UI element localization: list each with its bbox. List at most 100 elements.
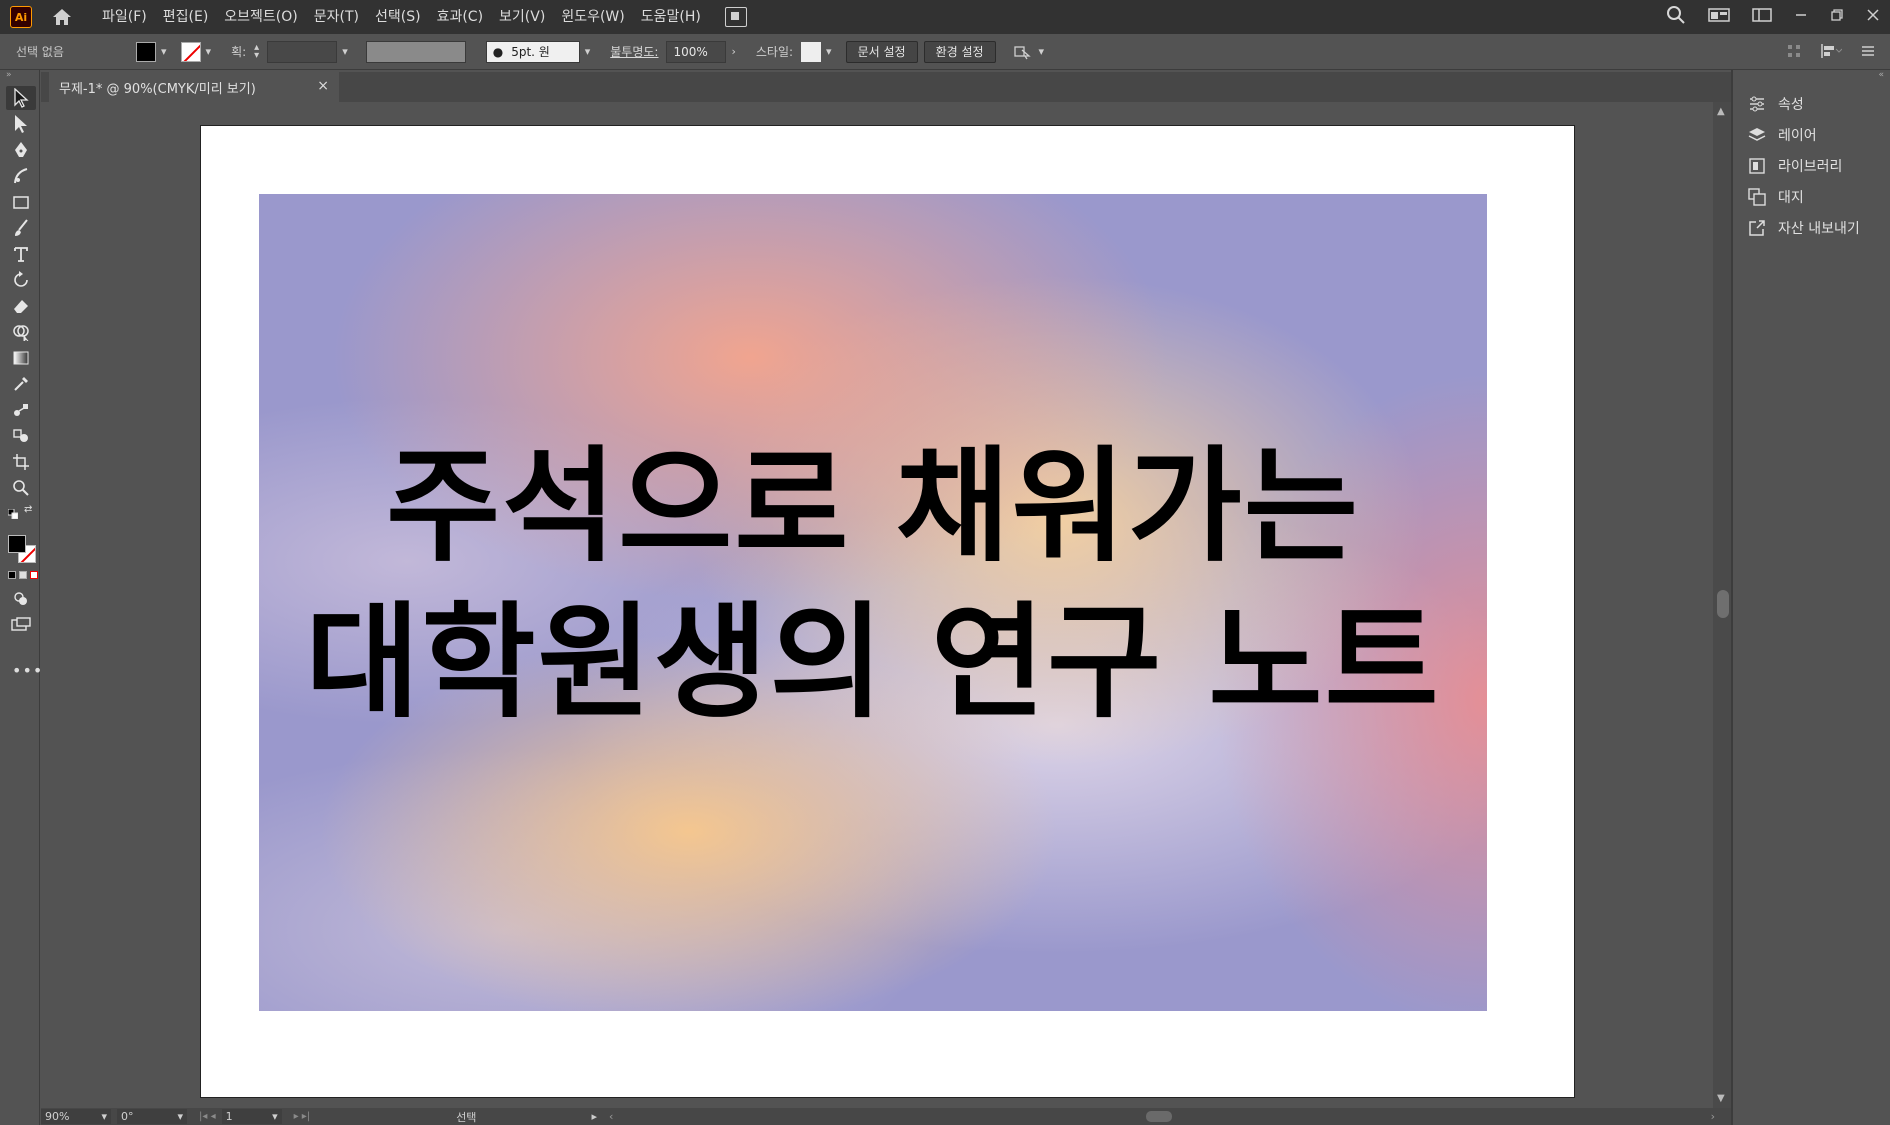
document-setup-button[interactable]: 문서 설정	[845, 40, 918, 63]
close-icon[interactable]	[1866, 8, 1880, 26]
chevron-down-icon[interactable]: ▾	[101, 1110, 107, 1123]
minimize-icon[interactable]	[1794, 8, 1808, 26]
home-icon[interactable]	[50, 6, 74, 28]
none-mode-icon[interactable]	[30, 571, 38, 579]
menu-bar: Ai 파일(F) 편집(E) 오브젝트(O) 문자(T) 선택(S) 효과(C)…	[0, 0, 1890, 34]
artboards-icon	[1748, 187, 1766, 206]
panel-asset-export[interactable]: 자산 내보내기	[1733, 212, 1890, 243]
tools-panel: » ⇄ •••	[0, 70, 42, 1125]
paintbrush-tool-icon[interactable]	[6, 216, 36, 240]
panel-layers[interactable]: 레이어	[1733, 119, 1890, 150]
artboard-nav-prev-icon[interactable]: |◂ ◂	[199, 1111, 216, 1122]
variable-width-profile[interactable]	[365, 40, 466, 63]
menu-type[interactable]: 문자(T)	[306, 0, 367, 34]
scroll-left-icon[interactable]: ‹	[609, 1110, 613, 1123]
artboard[interactable]: 주석으로 채워가는 대학원생의 연구 노트	[200, 125, 1575, 1098]
scroll-down-icon[interactable]: ▼	[1717, 1093, 1725, 1104]
workspace-icon[interactable]	[1708, 7, 1730, 27]
gradient-tool-icon[interactable]	[6, 346, 36, 370]
artboard-nav-next-icon[interactable]: ▸ ▸|	[294, 1111, 311, 1122]
status-menu-icon[interactable]: ▸	[591, 1110, 597, 1123]
chevron-down-icon[interactable]: ▾	[342, 45, 348, 58]
draw-mode-icon[interactable]	[6, 587, 36, 611]
chevron-down-icon[interactable]: ▾	[1039, 45, 1045, 58]
color-mode-icon[interactable]	[8, 571, 16, 579]
menu-list-icon[interactable]	[1860, 44, 1876, 61]
blend-tool-icon[interactable]	[6, 398, 36, 422]
eraser-tool-icon[interactable]	[6, 294, 36, 318]
gradient-artwork[interactable]: 주석으로 채워가는 대학원생의 연구 노트	[259, 194, 1487, 1011]
chevron-down-icon[interactable]: ▾	[585, 45, 591, 58]
menu-select[interactable]: 선택(S)	[367, 0, 429, 34]
fill-swatch[interactable]	[8, 535, 26, 553]
chevron-right-icon[interactable]: ›	[731, 45, 735, 58]
select-similar-icon[interactable]	[1013, 43, 1034, 61]
direct-selection-tool-icon[interactable]	[6, 112, 36, 136]
menu-effect[interactable]: 효과(C)	[429, 0, 491, 34]
scroll-up-icon[interactable]: ▲	[1717, 106, 1725, 117]
rotation-field[interactable]: 0° ▾	[117, 1109, 187, 1124]
brush-definition-dropdown[interactable]: ● 5pt. 원	[485, 40, 580, 63]
properties-icon	[1750, 96, 1764, 111]
rotate-tool-icon[interactable]	[6, 268, 36, 292]
pen-tool-icon[interactable]	[6, 138, 36, 162]
menu-edit[interactable]: 편집(E)	[155, 0, 217, 34]
document-tab[interactable]: 무제-1* @ 90%(CMYK/미리 보기) ×	[49, 72, 339, 102]
canvas-area[interactable]: 주석으로 채워가는 대학원생의 연구 노트 ▲ ▼	[41, 102, 1731, 1108]
type-tool-icon[interactable]	[6, 242, 36, 266]
align-icon[interactable]	[1820, 43, 1843, 62]
curvature-tool-icon[interactable]	[6, 164, 36, 188]
fill-stroke-control[interactable]	[6, 533, 36, 567]
more-tools-icon[interactable]: •••	[12, 661, 42, 680]
menu-file[interactable]: 파일(F)	[94, 0, 155, 34]
eyedropper-tool-icon[interactable]	[6, 372, 36, 396]
vertical-scrollbar[interactable]: ▲ ▼	[1713, 102, 1731, 1108]
stroke-weight-input[interactable]	[267, 40, 338, 63]
default-colors-icon[interactable]	[7, 504, 19, 523]
panel-artboards-label: 대지	[1778, 189, 1804, 206]
opacity-input[interactable]: 100%	[666, 40, 727, 63]
panel-properties[interactable]: 속성	[1733, 88, 1890, 119]
chevron-down-icon[interactable]: ▾	[177, 1110, 183, 1123]
shape-builder-tool-icon[interactable]	[6, 320, 36, 344]
artboard-tool-icon[interactable]	[6, 450, 36, 474]
zoom-tool-icon[interactable]	[6, 476, 36, 500]
scroll-right-icon[interactable]: ›	[1711, 1110, 1715, 1123]
zoom-field[interactable]: 90% ▾	[41, 1109, 111, 1124]
menu-object[interactable]: 오브젝트(O)	[216, 0, 305, 34]
swap-colors-icon[interactable]: ⇄	[24, 504, 32, 523]
gradient-mode-icon[interactable]	[19, 571, 27, 579]
opacity-label[interactable]: 불투명도:	[610, 43, 658, 60]
stepper-icon[interactable]: ▴ ▾	[254, 42, 259, 60]
stroke-color-swatch[interactable]	[180, 41, 201, 62]
menu-help[interactable]: 도움말(H)	[633, 0, 709, 34]
artwork-title[interactable]: 주석으로 채워가는 대학원생의 연구 노트	[259, 429, 1487, 741]
collapse-panel-icon[interactable]: «	[1733, 70, 1890, 88]
chevron-down-icon[interactable]: ▾	[206, 45, 212, 58]
artboard-number-field[interactable]: 1 ▾	[221, 1109, 282, 1124]
preferences-button[interactable]: 환경 설정	[923, 40, 996, 63]
selection-tool-icon[interactable]	[6, 86, 36, 110]
panel-libraries[interactable]: 라이브러리	[1733, 150, 1890, 181]
scroll-thumb[interactable]	[1717, 590, 1729, 618]
menu-window[interactable]: 윈도우(W)	[553, 0, 632, 34]
chevron-down-icon[interactable]: ▾	[272, 1110, 278, 1123]
graphic-style-swatch[interactable]	[801, 41, 822, 62]
tab-close-icon[interactable]: ×	[317, 78, 329, 94]
fill-color-swatch[interactable]	[136, 41, 156, 62]
transform-icon[interactable]	[1786, 43, 1802, 62]
panel-artboards[interactable]: 대지	[1733, 181, 1890, 212]
horizontal-scroll-thumb[interactable]	[1146, 1111, 1172, 1122]
panel-layout-icon[interactable]	[1752, 7, 1772, 27]
screen-mode-icon[interactable]	[6, 613, 36, 637]
menubar-right	[1666, 0, 1880, 34]
search-icon[interactable]	[1666, 5, 1686, 29]
symbol-sprayer-tool-icon[interactable]	[6, 424, 36, 448]
rectangle-tool-icon[interactable]	[6, 190, 36, 214]
restore-icon[interactable]	[1830, 8, 1844, 26]
menu-view[interactable]: 보기(V)	[491, 0, 553, 34]
chevron-down-icon[interactable]: ▾	[826, 45, 832, 58]
arrange-documents-icon[interactable]	[724, 7, 747, 27]
collapse-icon[interactable]: »	[0, 70, 39, 84]
chevron-down-icon[interactable]: ▾	[161, 45, 167, 58]
